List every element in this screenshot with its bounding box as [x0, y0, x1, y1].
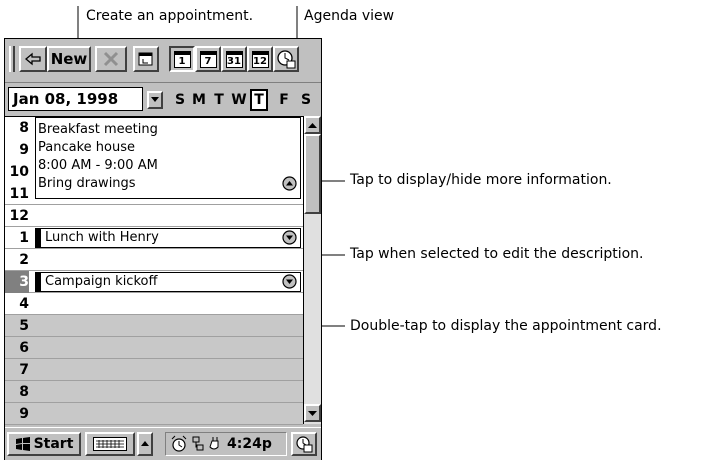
- back-arrow-icon: [25, 52, 41, 66]
- hour-label: 8: [19, 384, 29, 400]
- expand-details-icon[interactable]: [282, 230, 297, 245]
- view-month-button[interactable]: 31: [221, 46, 247, 72]
- vertical-scrollbar[interactable]: [303, 116, 321, 424]
- appointment-title: Lunch with Henry: [45, 230, 159, 245]
- keyboard-button[interactable]: [85, 432, 135, 456]
- callout-agenda-view: Agenda view: [304, 8, 395, 24]
- weekday-tuesday[interactable]: T: [210, 89, 228, 111]
- appointment-notes: Bring drawings: [38, 176, 136, 191]
- hour-row[interactable]: 2: [5, 249, 303, 271]
- collapse-details-icon[interactable]: [282, 176, 297, 191]
- callout-appointment-card: Double-tap to display the appointment ca…: [350, 318, 662, 334]
- callout-more-info: Tap to display/hide more information.: [350, 172, 612, 188]
- hour-row[interactable]: 9: [5, 403, 303, 425]
- new-button-label: New: [50, 50, 88, 68]
- taskbar: Start 4:24p: [5, 427, 321, 460]
- hour-label: 3: [5, 271, 29, 293]
- day-view-icon: 1: [173, 50, 191, 68]
- expanded-appointment[interactable]: Breakfast meeting Pancake house 8:00 AM …: [35, 117, 301, 199]
- weekday-thursday-selected[interactable]: T: [250, 89, 268, 111]
- weekday-friday[interactable]: F: [275, 89, 293, 111]
- date-bar: Jan 08, 1998 S M T W T F S: [5, 82, 321, 115]
- back-button[interactable]: [19, 46, 47, 72]
- scroll-down-button[interactable]: [304, 404, 321, 422]
- scroll-down-arrow-icon: [308, 411, 317, 416]
- start-button[interactable]: Start: [7, 432, 81, 456]
- year-view-icon: 12: [251, 50, 269, 68]
- appointment-title: Breakfast meeting: [38, 122, 158, 137]
- appointment-campaign-kickoff[interactable]: Campaign kickoff: [35, 272, 301, 292]
- chevron-up-icon: [141, 441, 149, 446]
- desktop-clock-icon: [296, 436, 313, 453]
- hour-row[interactable]: 5: [5, 315, 303, 337]
- appointment-location: Pancake house: [38, 140, 135, 155]
- view-year-button[interactable]: 12: [247, 46, 273, 72]
- toolbar-grip[interactable]: [9, 46, 15, 72]
- appointment-bar: [36, 229, 41, 247]
- appointment-title: Campaign kickoff: [45, 274, 158, 289]
- alarm-clock-icon[interactable]: [170, 435, 188, 453]
- start-label: Start: [33, 436, 74, 452]
- keyboard-icon: [93, 437, 127, 451]
- agenda-clock-icon: [277, 50, 296, 69]
- delete-button[interactable]: [95, 46, 127, 72]
- weekday-monday[interactable]: M: [190, 89, 208, 111]
- hour-label: 5: [19, 318, 29, 334]
- date-dropdown-button[interactable]: [147, 91, 163, 109]
- appointment-lunch-with-henry[interactable]: Lunch with Henry: [35, 228, 301, 248]
- system-tray: 4:24p: [165, 432, 287, 456]
- clock-time[interactable]: 4:24p: [227, 436, 272, 452]
- callout-create-appointment: Create an appointment.: [86, 8, 254, 24]
- view-week-button[interactable]: 7: [195, 46, 221, 72]
- toolbar: New 1 7 31 12: [5, 39, 321, 79]
- appointment-time: 8:00 AM - 9:00 AM: [38, 158, 158, 173]
- windows-flag-icon: [15, 437, 30, 451]
- view-day-button[interactable]: 1: [169, 46, 195, 72]
- hour-label: 2: [19, 252, 29, 268]
- calendar-window: New 1 7 31 12 Jan 08, 1998 S M T W T F S…: [4, 38, 322, 460]
- hour-label: 8: [19, 120, 29, 136]
- month-view-icon: 31: [225, 50, 243, 68]
- hour-label: 11: [9, 186, 29, 202]
- delete-x-icon: [103, 51, 119, 67]
- hour-label: 12: [9, 208, 29, 224]
- hour-label: 1: [19, 230, 29, 246]
- hour-label: 7: [19, 362, 29, 378]
- week-view-icon: 7: [199, 50, 217, 68]
- agenda-view-button[interactable]: [273, 46, 299, 72]
- weekday-saturday[interactable]: S: [297, 89, 315, 111]
- weekday-wednesday[interactable]: W: [230, 89, 248, 111]
- chevron-down-icon: [151, 97, 159, 102]
- appointment-bar: [36, 273, 41, 291]
- hour-label: 9: [19, 142, 29, 158]
- new-appointment-button[interactable]: New: [47, 46, 91, 72]
- scroll-up-button[interactable]: [304, 116, 321, 134]
- network-icon[interactable]: [191, 435, 205, 453]
- hour-row[interactable]: 4: [5, 293, 303, 315]
- desktop-switch-button[interactable]: [291, 432, 317, 456]
- hour-row[interactable]: 8: [5, 381, 303, 403]
- date-field[interactable]: Jan 08, 1998: [8, 87, 143, 111]
- power-plug-icon[interactable]: [208, 435, 224, 453]
- hour-row[interactable]: 12: [5, 205, 303, 227]
- hour-row[interactable]: 7: [5, 359, 303, 381]
- hour-row[interactable]: 6: [5, 337, 303, 359]
- callout-edit-description: Tap when selected to edit the descriptio…: [350, 246, 644, 262]
- hour-label: 6: [19, 340, 29, 356]
- goto-today-button[interactable]: [133, 46, 159, 72]
- hour-label: 9: [19, 406, 29, 422]
- goto-today-icon: [138, 52, 153, 66]
- scroll-up-arrow-icon: [308, 123, 317, 128]
- scrollbar-thumb[interactable]: [304, 134, 321, 214]
- hour-label: 4: [19, 296, 29, 312]
- input-method-arrow-button[interactable]: [137, 432, 153, 456]
- weekday-sunday[interactable]: S: [171, 89, 189, 111]
- expand-details-icon[interactable]: [282, 274, 297, 289]
- day-schedule[interactable]: 8 9 10 11 12 1 2 3 4 5 6 7 8 9 Breakfast…: [5, 116, 303, 425]
- hour-label: 10: [9, 164, 29, 180]
